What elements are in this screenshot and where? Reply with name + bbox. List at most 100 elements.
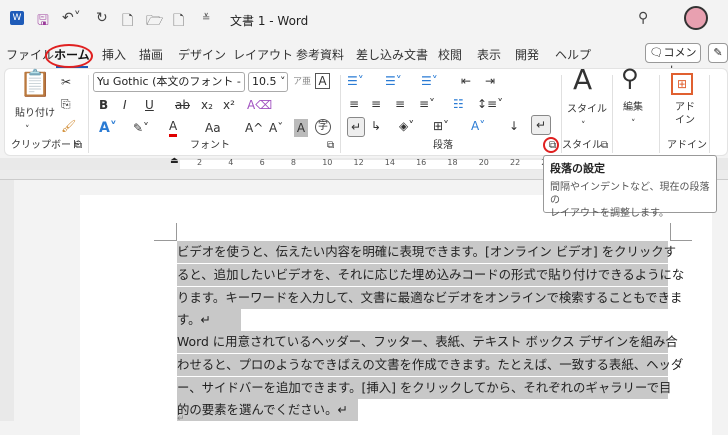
paragraph-2-line[interactable]: Word に用意されているヘッダー、フッター、表紙、テキスト ボックス デザイン… [177,331,678,353]
customize-toolbar-icon[interactable]: ≚ [202,13,210,24]
tab-help[interactable]: ヘルプ [555,46,591,63]
ruler-tick-label: 2 [197,158,203,167]
clear-formatting-icon[interactable]: A⌫ [247,96,272,114]
undo-icon[interactable]: ↶˅ [62,10,81,26]
addins-button[interactable]: アド イン [675,101,695,127]
addins-label: アド [675,102,695,113]
ribbon: 📋 貼り付け ˅ ✂ ⎘ 🖌 クリップボード ⧉ Yu Gothic (本文のフ… [4,66,728,156]
font-size-select[interactable]: 10.5 ˅ [248,72,288,92]
tooltip-line: レイアウトを調整します。 [550,208,669,219]
ruler-tick-label: 8 [290,158,296,167]
tab-developer[interactable]: 開発 [515,46,539,63]
enclosed-character-icon[interactable]: 字 [315,119,331,135]
numbering-icon[interactable]: ☰˅ [385,72,402,90]
font-name-select[interactable]: Yu Gothic (本文のフォント - 日 ˅ [93,72,245,92]
font-group-label: フォント [190,140,230,151]
avatar[interactable] [684,6,708,30]
strikethrough-button[interactable]: ab [175,96,190,114]
justify-icon[interactable]: ≡˅ [419,95,435,113]
indent-marker-icon[interactable]: ⏏ [170,156,179,166]
shading-icon[interactable]: ◈˅ [399,117,414,135]
tab-references[interactable]: 参考資料 [296,46,344,63]
save-icon[interactable]: 🖫 [37,10,49,34]
addins-group-label: アドイン [667,140,707,151]
align-left-icon[interactable]: ≡ [349,95,359,113]
document-page[interactable] [80,195,712,435]
align-center-icon[interactable]: ≡ [371,95,381,113]
paragraph-2-line[interactable]: ー、サイドバーを追加できます。[挿入] をクリックしてから、それぞれのギャラリー… [177,377,671,399]
bullets-icon[interactable]: ☰˅ [347,72,364,90]
search-icon[interactable]: ⚲ [638,10,648,26]
asian-layout-icon[interactable]: A˅ [471,117,485,135]
phonetic-guide-icon[interactable]: ア亜 [293,73,311,91]
line-spacing-icon[interactable]: ↕≡˅ [477,95,503,113]
cut-icon[interactable]: ✂ [61,73,71,91]
multilevel-list-icon[interactable]: ☰˅ [421,72,438,90]
document-title: 文書 1 - Word [230,14,309,28]
redo-icon[interactable]: ↻ [96,10,108,26]
italic-button[interactable]: I [123,96,127,114]
text-effects-icon[interactable]: A˅ [99,119,117,137]
addins-icon[interactable]: ⊞ [671,73,693,95]
clipboard-launcher-icon[interactable]: ⧉ [75,140,82,151]
ruler-tick-label: 18 [447,158,458,167]
comment-button[interactable]: 🗨コメント [645,43,701,77]
paragraph-1-line[interactable]: ビデオを使うと、伝えたい内容を明確に表現できます。[オンライン ビデオ] をクリ… [177,241,676,263]
show-marks-button[interactable]: ↵ [531,115,551,135]
print-preview-icon[interactable]: 🗋 [122,10,133,34]
new-document-icon[interactable]: 🗋 [173,10,184,34]
rtl-button[interactable]: ↳ [371,117,381,135]
tab-review[interactable]: 校閲 [438,46,462,63]
paragraph-1-line[interactable]: す。↵ [177,309,241,331]
paragraph-1-line[interactable]: ると、追加したいビデオを、それに応じた埋め込みコードの形式で貼り付けできるように… [177,264,684,286]
bold-button[interactable]: B [99,96,108,114]
enclose-characters-icon[interactable]: A [315,73,330,89]
shrink-font-button[interactable]: Aˇ [269,119,283,137]
copy-icon[interactable]: ⎘ [61,95,71,113]
ltr-button[interactable]: ↵ [347,117,365,137]
styles-button[interactable]: スタイル [567,101,607,119]
underline-button[interactable]: U [145,96,154,114]
vertical-ruler[interactable] [0,180,14,421]
ribbon-tabs: ファイル ホーム 挿入 描画 デザイン レイアウト 参考資料 差し込み文書 校閲… [0,40,728,77]
tab-layout[interactable]: レイアウト [233,46,293,63]
open-icon[interactable]: 🗁 [146,10,163,34]
styles-icon[interactable]: A [573,66,592,94]
find-icon[interactable]: ⚲ [621,66,639,90]
paste-button[interactable]: 貼り付け [15,105,55,123]
styles-dropdown-icon[interactable]: ˅ [581,117,586,135]
tooltip-title: 段落の設定 [550,162,605,175]
distributed-icon[interactable]: ☷ [453,95,464,113]
format-painter-icon[interactable]: 🖌 [61,117,76,135]
styles-launcher-icon[interactable]: ⧉ [601,140,608,151]
highlight-color-icon[interactable]: ✎˅ [133,119,149,137]
tab-draw[interactable]: 描画 [139,46,163,63]
font-size-value: 10.5 [252,75,277,88]
paragraph-2-line[interactable]: わせると、プロのようなできばえの文書を作成できます。たとえば、一致する表紙、ヘッ… [177,354,683,376]
tab-insert[interactable]: 挿入 [102,46,126,63]
tab-design[interactable]: デザイン [178,46,226,63]
change-case-button[interactable]: Aa [205,119,221,137]
paragraph-2-line[interactable]: 的の要素を選んでください。↵ [177,399,358,421]
paste-icon[interactable]: 📋 [19,71,51,97]
editing-mode-button[interactable]: ✎ [708,43,728,63]
align-right-icon[interactable]: ≡ [395,95,405,113]
font-name-value: Yu Gothic (本文のフォント - 日 [97,75,245,88]
decrease-indent-icon[interactable]: ⇤ [461,72,471,90]
tab-view[interactable]: 表示 [477,46,501,63]
subscript-button[interactable]: x₂ [201,96,213,114]
increase-indent-icon[interactable]: ⇥ [485,72,495,90]
font-launcher-icon[interactable]: ⧉ [327,140,334,151]
editing-dropdown-icon[interactable]: ˅ [631,115,636,133]
ruler-tick-label: 12 [353,158,364,167]
superscript-button[interactable]: x² [223,96,235,114]
tab-mailings[interactable]: 差し込み文書 [356,46,428,63]
sort-icon[interactable]: ↓ [509,117,519,135]
borders-icon[interactable]: ⊞˅ [433,117,449,135]
ruler-tick-label: 14 [384,158,395,167]
paragraph-1-line[interactable]: ります。キーワードを入力して、文書に最適なビデオをオンラインで検索することもでき… [177,287,682,309]
styles-group-label: スタイル [562,140,602,151]
font-color-icon[interactable]: A [169,119,178,137]
character-shading-icon[interactable]: A [294,119,308,137]
grow-font-button[interactable]: A^ [245,119,263,137]
